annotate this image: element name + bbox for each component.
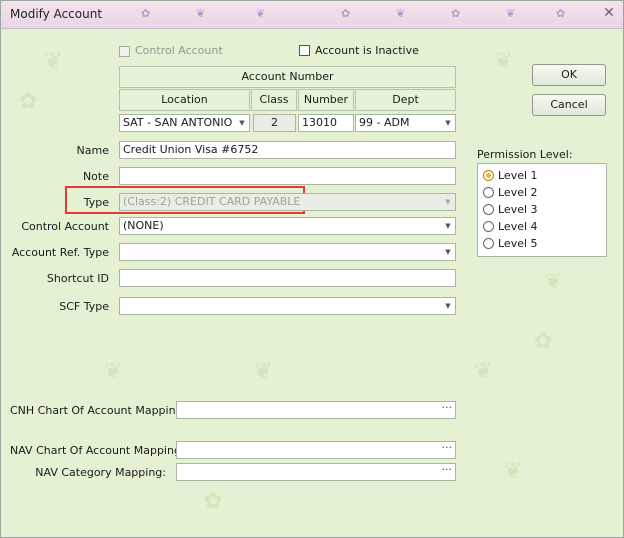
- name-input[interactable]: Credit Union Visa #6752: [119, 141, 456, 159]
- butterfly-icon: ❦: [104, 359, 123, 384]
- butterfly-icon: ❦: [544, 269, 563, 294]
- radio-icon: [483, 204, 494, 215]
- flower-icon: ✿: [204, 489, 223, 514]
- location-select[interactable]: SAT - SAN ANTONIO ▼: [119, 114, 250, 132]
- control-account-checkbox-label: Control Account: [135, 44, 223, 57]
- type-label: Type: [83, 196, 109, 209]
- permission-level-3[interactable]: Level 3: [483, 203, 538, 216]
- name-label: Name: [76, 144, 109, 157]
- control-account-value: (NONE): [123, 219, 164, 232]
- permission-level-label: Level 3: [498, 203, 538, 216]
- radio-icon: [483, 221, 494, 232]
- flower-icon: ✿: [19, 89, 38, 114]
- permission-level-4[interactable]: Level 4: [483, 220, 538, 233]
- close-button[interactable]: ✕: [601, 5, 617, 21]
- title-bar: Modify Account ✿ ❦ ❦ ✿ ❦ ✿ ❦ ✿ ✕: [1, 1, 623, 29]
- permission-level-label: Permission Level:: [477, 148, 573, 161]
- butterfly-icon: ❦: [196, 7, 206, 20]
- ellipsis-button[interactable]: ···: [442, 442, 453, 456]
- butterfly-icon: ❦: [504, 459, 523, 484]
- cancel-button[interactable]: Cancel: [532, 94, 606, 116]
- cnh-mapping-label: CNH Chart Of Account Mapping:: [10, 404, 187, 417]
- butterfly-icon: ❦: [254, 359, 273, 384]
- permission-level-1[interactable]: Level 1: [483, 169, 538, 182]
- account-ref-type-select[interactable]: ▼: [119, 243, 456, 261]
- butterfly-icon: ❦: [256, 7, 266, 20]
- scf-type-label: SCF Type: [59, 300, 109, 313]
- permission-level-5[interactable]: Level 5: [483, 237, 538, 250]
- account-inactive-checkbox[interactable]: [299, 45, 310, 56]
- ok-button[interactable]: OK: [532, 64, 606, 86]
- account-ref-type-label: Account Ref. Type: [11, 246, 109, 259]
- account-number-header: Account Number: [119, 66, 456, 88]
- flower-icon: ✿: [451, 7, 461, 20]
- chevron-down-icon[interactable]: ▼: [443, 218, 453, 234]
- butterfly-icon: ❦: [44, 49, 63, 74]
- class-field: 2: [253, 114, 296, 132]
- radio-icon: [483, 238, 494, 249]
- number-column-header: Number: [298, 89, 354, 111]
- type-value: (Class:2) CREDIT CARD PAYABLE: [123, 195, 301, 208]
- modify-account-window: Modify Account ✿ ❦ ❦ ✿ ❦ ✿ ❦ ✿ ✕ ❦ ✿ ❦ ❦…: [0, 0, 624, 538]
- permission-level-list: Level 1 Level 2 Level 3 Level 4 Level 5: [477, 163, 607, 257]
- flower-icon: ✿: [534, 329, 553, 354]
- chevron-down-icon[interactable]: ▼: [443, 244, 453, 260]
- control-account-checkbox[interactable]: [119, 46, 130, 57]
- cnh-mapping-input[interactable]: ···: [176, 401, 456, 419]
- flower-icon: ✿: [141, 7, 151, 20]
- permission-level-label: Level 2: [498, 186, 538, 199]
- radio-icon: [483, 187, 494, 198]
- location-value: SAT - SAN ANTONIO: [123, 116, 233, 129]
- location-column-header: Location: [119, 89, 250, 111]
- radio-selected-icon: [483, 170, 494, 181]
- chevron-down-icon[interactable]: ▼: [443, 115, 453, 131]
- class-column-header: Class: [251, 89, 297, 111]
- permission-level-label: Level 5: [498, 237, 538, 250]
- permission-level-label: Level 4: [498, 220, 538, 233]
- window-title: Modify Account: [10, 7, 103, 21]
- nav-category-label: NAV Category Mapping:: [35, 466, 166, 479]
- dept-value: 99 - ADM: [359, 116, 410, 129]
- number-field[interactable]: 13010: [298, 114, 354, 132]
- scf-type-select[interactable]: ▼: [119, 297, 456, 315]
- shortcut-id-label: Shortcut ID: [46, 272, 109, 285]
- butterfly-icon: ❦: [474, 359, 493, 384]
- account-inactive-checkbox-label: Account is Inactive: [315, 44, 419, 57]
- type-select[interactable]: (Class:2) CREDIT CARD PAYABLE ▼: [119, 193, 456, 211]
- flower-icon: ✿: [341, 7, 351, 20]
- permission-level-label: Level 1: [498, 169, 538, 182]
- dept-select[interactable]: 99 - ADM ▼: [355, 114, 456, 132]
- ellipsis-button[interactable]: ···: [442, 464, 453, 478]
- dept-column-header: Dept: [355, 89, 456, 111]
- form-content: ❦ ✿ ❦ ❦ ❦ ✿ ❦ ❦ ✿ ❦ Control Account Acco…: [4, 29, 620, 535]
- note-input[interactable]: [119, 167, 456, 185]
- nav-mapping-input[interactable]: ···: [176, 441, 456, 459]
- nav-mapping-label: NAV Chart Of Account Mapping:: [10, 444, 185, 457]
- butterfly-icon: ❦: [494, 49, 513, 74]
- nav-category-input[interactable]: ···: [176, 463, 456, 481]
- butterfly-icon: ❦: [396, 7, 406, 20]
- chevron-down-icon[interactable]: ▼: [237, 115, 247, 131]
- butterfly-icon: ❦: [506, 7, 516, 20]
- control-account-select[interactable]: (NONE) ▼: [119, 217, 456, 235]
- shortcut-id-input[interactable]: [119, 269, 456, 287]
- control-account-label: Control Account: [21, 220, 109, 233]
- note-label: Note: [82, 170, 109, 183]
- ellipsis-button[interactable]: ···: [442, 402, 453, 416]
- chevron-down-icon[interactable]: ▼: [443, 194, 453, 210]
- permission-level-2[interactable]: Level 2: [483, 186, 538, 199]
- chevron-down-icon[interactable]: ▼: [443, 298, 453, 314]
- flower-icon: ✿: [556, 7, 566, 20]
